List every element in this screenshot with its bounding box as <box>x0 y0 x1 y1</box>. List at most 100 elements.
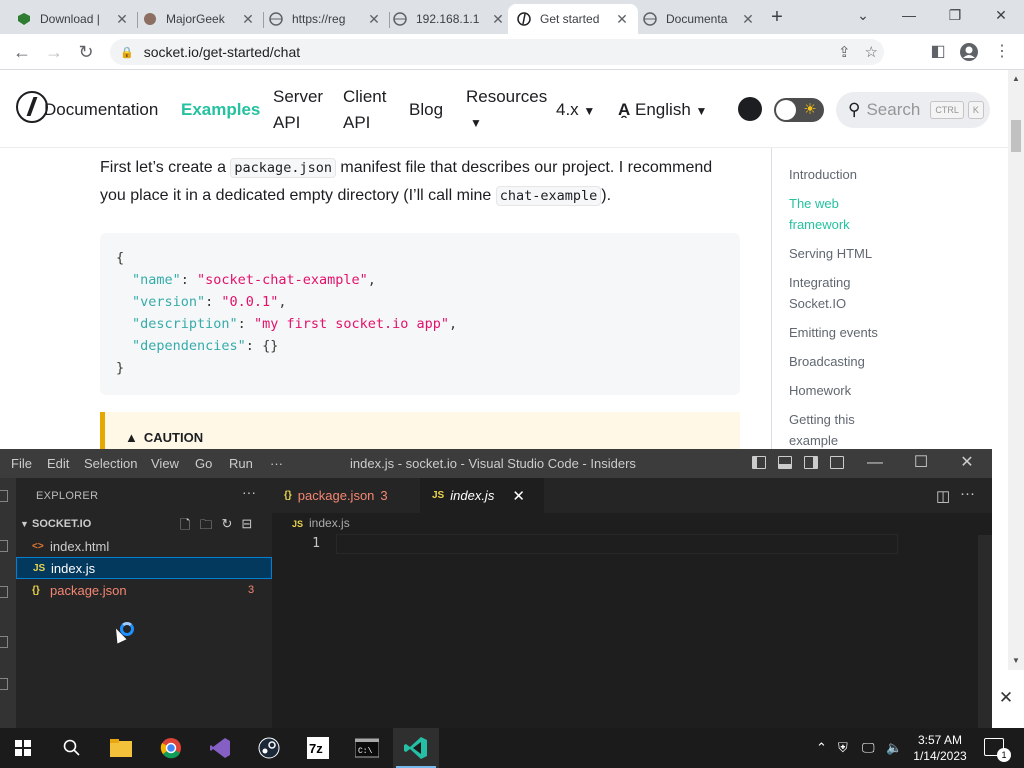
forward-icon[interactable]: → <box>42 40 66 64</box>
nav-resources[interactable]: Resources <box>466 84 547 110</box>
customize-layout-icon[interactable] <box>830 456 844 469</box>
side-panel-icon[interactable]: ◧ <box>928 42 948 62</box>
search-button[interactable]: ⚲ Search CTRL K <box>836 92 990 128</box>
restore-icon[interactable]: ❐ <box>932 0 978 30</box>
editor-tab-package-json[interactable]: {} package.json 3 <box>272 478 400 513</box>
close-icon[interactable]: ✕ <box>490 11 506 28</box>
menu-run[interactable]: Run <box>229 456 253 471</box>
browser-tab-reg[interactable]: https://reg ✕ <box>260 4 390 34</box>
explorer-more-actions[interactable]: ··· <box>242 484 256 500</box>
search-icon[interactable] <box>49 728 95 768</box>
version-dropdown[interactable]: 4.x ▼ <box>556 97 595 124</box>
close-icon[interactable]: ✕ <box>114 11 130 28</box>
nav-client-api[interactable]: Client API <box>343 84 393 136</box>
reload-icon[interactable]: ↻ <box>74 40 98 64</box>
browser-tab-get-started[interactable]: Get started ✕ <box>508 4 638 34</box>
menu-go[interactable]: Go <box>195 456 212 471</box>
source-control-activity-icon[interactable] <box>0 586 8 598</box>
scroll-down-icon[interactable]: ▼ <box>1008 656 1024 665</box>
kebab-menu-icon[interactable]: ⋮ <box>992 42 1012 62</box>
scrollbar-thumb[interactable] <box>1011 120 1021 152</box>
nav-examples[interactable]: Examples <box>181 97 260 123</box>
notification-center-icon[interactable]: 1 <box>984 738 1011 762</box>
minimize-icon[interactable]: — <box>886 0 932 30</box>
menu-view[interactable]: View <box>151 456 179 471</box>
volume-icon[interactable]: 🔈 <box>886 740 902 756</box>
menu-more[interactable]: ··· <box>270 456 283 471</box>
file-index-js[interactable]: JS index.js <box>16 557 272 579</box>
close-icon[interactable]: ✕ <box>240 11 256 28</box>
chrome-icon[interactable] <box>148 728 194 768</box>
editor-text-area[interactable] <box>336 534 898 554</box>
close-tab-icon[interactable]: ✕ <box>512 487 525 505</box>
editor-scrollbar[interactable] <box>978 535 992 728</box>
toc-item[interactable]: Serving HTML <box>789 243 889 264</box>
file-package-json[interactable]: {} package.json 3 <box>16 579 272 601</box>
menu-selection[interactable]: Selection <box>84 456 137 471</box>
breadcrumb[interactable]: JS index.js <box>292 516 350 530</box>
scroll-up-icon[interactable]: ▲ <box>1008 74 1024 83</box>
file-index-html[interactable]: <> index.html <box>16 535 272 557</box>
show-hidden-icons-icon[interactable]: ⌃ <box>816 740 827 756</box>
language-dropdown[interactable]: A̯ English ▼ <box>618 97 707 124</box>
tab-search-icon[interactable]: ⌄ <box>840 0 886 30</box>
steam-icon[interactable] <box>246 728 292 768</box>
toc-item[interactable]: Emitting events <box>789 322 889 343</box>
start-button[interactable] <box>0 728 46 768</box>
toc-item[interactable]: Broadcasting <box>789 351 889 372</box>
json-value: "socket-chat-example" <box>197 272 368 288</box>
split-editor-icon[interactable]: ◫ <box>936 487 950 505</box>
toc-item-active[interactable]: The web framework <box>789 193 889 235</box>
minimize-icon[interactable]: — <box>860 452 890 474</box>
browser-tab-majorgeeks[interactable]: MajorGeek ✕ <box>134 4 264 34</box>
toggle-secondary-sidebar-icon[interactable] <box>804 456 818 469</box>
search-activity-icon[interactable] <box>0 540 8 552</box>
run-debug-activity-icon[interactable] <box>0 636 8 648</box>
toggle-sidebar-icon[interactable] <box>752 456 766 469</box>
explorer-activity-icon[interactable] <box>0 490 8 502</box>
profile-icon[interactable] <box>959 42 979 62</box>
nav-server-api[interactable]: Server API <box>273 84 333 136</box>
close-window-icon[interactable]: ✕ <box>978 0 1024 30</box>
close-icon[interactable]: ✕ <box>994 686 1018 710</box>
network-icon[interactable]: 🖵 <box>862 740 875 756</box>
visual-studio-icon[interactable] <box>197 728 243 768</box>
menu-edit[interactable]: Edit <box>47 456 69 471</box>
new-tab-button[interactable]: + <box>766 6 788 28</box>
editor-tab-index-js[interactable]: JS index.js ✕ <box>420 478 544 513</box>
theme-toggle[interactable]: ☀ <box>774 98 824 122</box>
browser-tab-documentation[interactable]: Documenta ✕ <box>634 4 764 34</box>
close-window-icon[interactable]: ✕ <box>952 452 982 474</box>
toggle-panel-icon[interactable] <box>778 456 792 469</box>
chevron-down-icon: ▼ <box>583 104 596 118</box>
resources-caret-icon[interactable]: ▼ <box>470 110 482 136</box>
toc-item[interactable]: Integrating Socket.IO <box>789 272 889 314</box>
close-icon[interactable]: ✕ <box>740 11 756 28</box>
nav-documentation[interactable]: Documentation <box>44 97 158 123</box>
editor-more-actions-icon[interactable]: ··· <box>960 485 975 502</box>
folder-root[interactable]: ▼ SOCKET.IO <box>20 518 91 530</box>
close-icon[interactable]: ✕ <box>614 11 630 28</box>
security-icon[interactable]: ⛨ <box>838 740 848 756</box>
toc-item[interactable]: Homework <box>789 380 889 401</box>
extensions-activity-icon[interactable] <box>0 678 8 690</box>
bookmark-star-icon[interactable]: ☆ <box>865 43 878 61</box>
browser-tab-router[interactable]: 192.168.1.1 ✕ <box>384 4 514 34</box>
address-bar[interactable]: 🔒 socket.io/get-started/chat ⇪ ☆ <box>110 39 884 65</box>
github-icon[interactable] <box>738 97 762 121</box>
7zip-icon[interactable]: 7z <box>295 728 341 768</box>
toc-item[interactable]: Getting this example <box>789 409 889 450</box>
browser-tab-download[interactable]: Download | ✕ <box>8 4 138 34</box>
menu-file[interactable]: File <box>11 456 32 471</box>
share-icon[interactable]: ⇪ <box>838 43 851 61</box>
maximize-icon[interactable]: ☐ <box>906 452 936 474</box>
toc-item[interactable]: Introduction <box>789 164 889 185</box>
nav-blog[interactable]: Blog <box>409 97 443 123</box>
file-explorer-icon[interactable] <box>98 728 144 768</box>
vscode-insiders-icon[interactable] <box>393 728 439 768</box>
back-icon[interactable]: ← <box>10 40 34 64</box>
close-icon[interactable]: ✕ <box>366 11 382 28</box>
page-scrollbar[interactable]: ▲ ▼ <box>1008 70 1024 670</box>
clock[interactable]: 3:57 AM 1/14/2023 <box>910 732 970 764</box>
terminal-icon[interactable]: C:\ <box>344 728 390 768</box>
